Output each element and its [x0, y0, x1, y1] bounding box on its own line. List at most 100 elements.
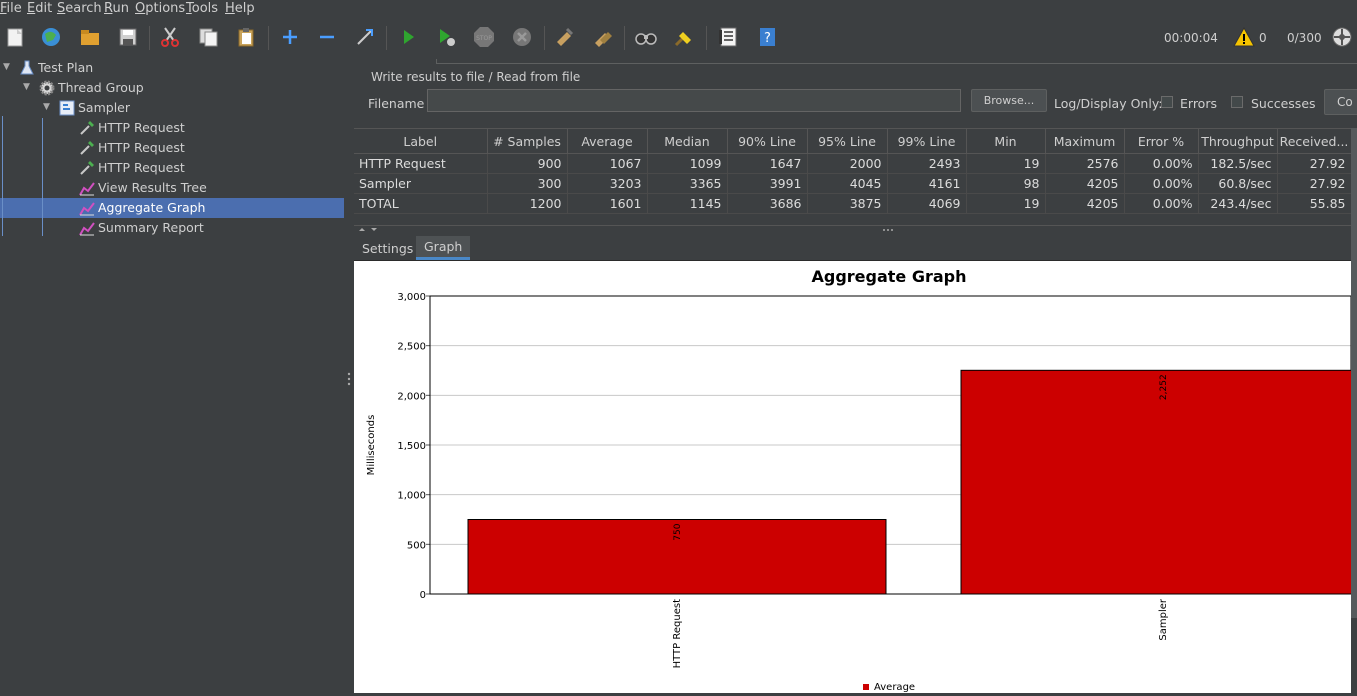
- bar: [960, 369, 1357, 595]
- reset-search-icon[interactable]: [672, 25, 696, 49]
- warning-icon[interactable]: [1232, 25, 1256, 49]
- menu-help[interactable]: Help: [225, 1, 255, 16]
- vertical-scrollbar-thumb[interactable]: [1351, 128, 1357, 618]
- x-tick-label: HTTP Request: [672, 599, 683, 668]
- column-header[interactable]: 90% Line: [727, 128, 808, 154]
- filename-input[interactable]: [427, 89, 961, 112]
- thread-count: 0/300: [1287, 31, 1322, 45]
- successes-checkbox[interactable]: [1231, 96, 1243, 108]
- cut-icon[interactable]: [158, 25, 182, 49]
- table-cell: 1601: [567, 193, 648, 214]
- expand-arrow-icon[interactable]: ▼: [43, 102, 50, 112]
- start-no-pauses-icon[interactable]: [434, 25, 458, 49]
- column-header[interactable]: # Samples: [487, 128, 568, 154]
- templates-icon[interactable]: [39, 25, 63, 49]
- toolbar: STOP ? 00:00:04 0 0/300: [0, 18, 1357, 59]
- column-header[interactable]: Received...: [1277, 128, 1352, 154]
- controller-icon: [59, 100, 75, 116]
- menu-search[interactable]: Search: [57, 1, 102, 16]
- tree-guide-line: [42, 118, 43, 236]
- chart-title: Aggregate Graph: [811, 267, 966, 286]
- table-cell: 60.8/sec: [1198, 173, 1278, 194]
- column-header[interactable]: Average: [567, 128, 648, 154]
- tree-node-label: Thread Group: [58, 80, 144, 95]
- pipette-icon: [79, 120, 95, 136]
- collapse-icon[interactable]: [315, 25, 339, 49]
- column-header[interactable]: Min: [966, 128, 1046, 154]
- tree-node-view-results-tree[interactable]: View Results Tree: [0, 178, 344, 198]
- configure-button[interactable]: Co: [1324, 89, 1357, 115]
- clear-icon[interactable]: [552, 25, 576, 49]
- panel-tabs: Settings Graph: [354, 236, 1357, 261]
- table-cell: 900: [487, 153, 568, 174]
- remote-engines-icon[interactable]: [1330, 25, 1354, 49]
- tree-node-http-request[interactable]: HTTP Request: [0, 138, 344, 158]
- column-header[interactable]: 99% Line: [887, 128, 967, 154]
- fieldset-border: [436, 59, 1357, 64]
- table-cell: HTTP Request: [354, 153, 488, 174]
- tree-node-thread-group[interactable]: ▼ Thread Group: [0, 78, 344, 98]
- tab-graph[interactable]: Graph: [416, 236, 471, 260]
- function-helper-icon[interactable]: [716, 25, 740, 49]
- svg-text:?: ?: [764, 31, 771, 46]
- bar-value-label: 750: [673, 523, 683, 540]
- table-row[interactable]: Sampler 300 3203 3365 3991 4045 4161 98 4205 0.00…: [354, 173, 1352, 194]
- column-header[interactable]: Median: [647, 128, 728, 154]
- tree-node-sampler[interactable]: ▼ Sampler: [0, 98, 344, 118]
- elapsed-timer: 00:00:04: [1164, 31, 1218, 45]
- tree-node-test-plan[interactable]: ▼ Test Plan: [0, 58, 344, 78]
- tree-node-http-request[interactable]: HTTP Request: [0, 158, 344, 178]
- menu-edit[interactable]: Edit: [27, 1, 52, 16]
- table-row[interactable]: HTTP Request 900 1067 1099 1647 2000 2493 19 257…: [354, 153, 1352, 174]
- y-tick-label: 2,000: [397, 391, 426, 402]
- tree-node-label: View Results Tree: [98, 180, 207, 195]
- results-section-title: Write results to file / Read from file: [371, 70, 581, 84]
- errors-checkbox[interactable]: [1161, 96, 1173, 108]
- legend-label: Average: [874, 682, 915, 693]
- table-resize-bar[interactable]: [354, 225, 1351, 234]
- tree-node-http-request[interactable]: HTTP Request: [0, 118, 344, 138]
- column-header[interactable]: Maximum: [1045, 128, 1125, 154]
- table-cell: 300: [487, 173, 568, 194]
- column-header[interactable]: 95% Line: [807, 128, 888, 154]
- new-icon[interactable]: [3, 25, 27, 49]
- tab-settings[interactable]: Settings: [354, 236, 421, 260]
- table-cell: 0.00%: [1124, 193, 1199, 214]
- expand-arrow-icon[interactable]: ▼: [23, 82, 30, 92]
- column-header[interactable]: Error %: [1124, 128, 1199, 154]
- save-icon[interactable]: [116, 25, 140, 49]
- tree-node-summary-report[interactable]: Summary Report: [0, 218, 344, 238]
- column-header[interactable]: Throughput: [1198, 128, 1278, 154]
- start-icon[interactable]: [396, 25, 420, 49]
- copy-icon[interactable]: [196, 25, 220, 49]
- toolbar-separator: [544, 26, 545, 50]
- help-icon[interactable]: ?: [755, 25, 779, 49]
- tree-node-label: Aggregate Graph: [98, 200, 206, 215]
- browse-button[interactable]: Browse...: [971, 89, 1047, 112]
- open-icon[interactable]: [78, 25, 102, 49]
- table-cell: 2576: [1045, 153, 1125, 174]
- stop-icon[interactable]: STOP: [472, 25, 496, 49]
- flask-icon: [19, 60, 35, 76]
- expand-arrow-icon[interactable]: ▼: [3, 62, 10, 72]
- log-display-label: Log/Display Only:: [1054, 96, 1163, 111]
- menu-run[interactable]: Run: [104, 1, 129, 16]
- search-icon[interactable]: [634, 25, 658, 49]
- expand-icon[interactable]: [278, 25, 302, 49]
- table-cell: 3203: [567, 173, 648, 194]
- menu-options[interactable]: Options: [135, 1, 185, 16]
- paste-icon[interactable]: [234, 25, 258, 49]
- table-row[interactable]: TOTAL 1200 1601 1145 3686 3875 4069 19 4205 0.00%…: [354, 193, 1352, 214]
- column-header[interactable]: Label: [354, 128, 488, 154]
- table-cell: 1067: [567, 153, 648, 174]
- tree-node-aggregate-graph[interactable]: Aggregate Graph: [0, 198, 344, 218]
- toggle-icon[interactable]: [353, 25, 377, 49]
- menu-tools[interactable]: Tools: [186, 1, 218, 16]
- clear-all-icon[interactable]: [591, 25, 615, 49]
- menu-file[interactable]: File: [0, 1, 22, 16]
- table-cell: 3365: [647, 173, 728, 194]
- y-tick-label: 2,500: [397, 342, 426, 353]
- shutdown-icon[interactable]: [510, 25, 534, 49]
- splitter-handle[interactable]: [344, 58, 354, 693]
- filename-label: Filename: [368, 96, 425, 111]
